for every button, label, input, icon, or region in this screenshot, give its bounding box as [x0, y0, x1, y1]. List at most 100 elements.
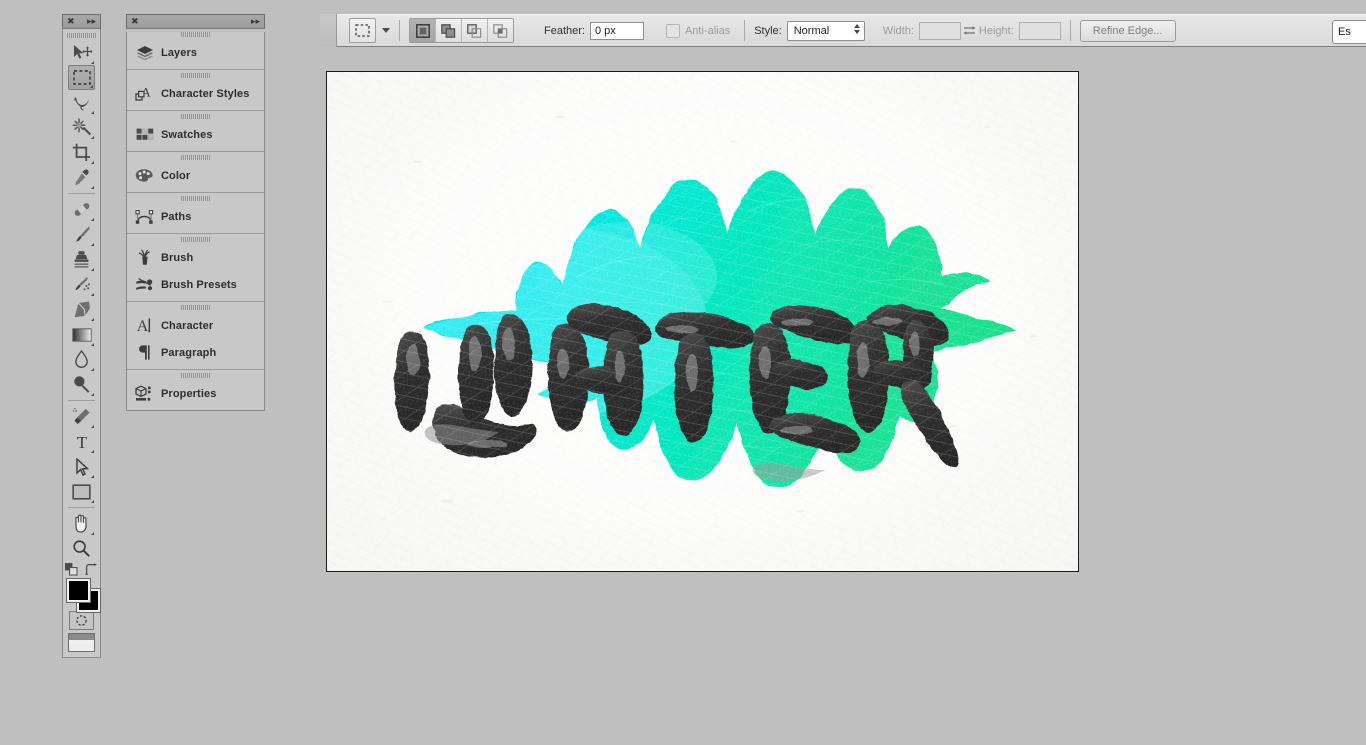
subtract-from-selection-button[interactable] — [462, 19, 488, 42]
svg-text:A: A — [136, 318, 148, 334]
panel-item-properties[interactable]: Properties — [127, 380, 264, 407]
flyout-triangle-icon — [91, 136, 94, 139]
feather-input[interactable] — [590, 22, 644, 40]
panel-item-character[interactable]: A Character — [127, 312, 264, 339]
tool-hand[interactable] — [68, 511, 95, 536]
tool-crop[interactable] — [68, 140, 95, 165]
drag-grip[interactable] — [181, 155, 211, 160]
swap-width-height-icon[interactable] — [961, 22, 979, 40]
close-icon[interactable]: ✖ — [131, 17, 139, 26]
panel-dock-header[interactable]: ✖ ▸▸ — [126, 14, 265, 29]
anti-alias-label: Anti-alias — [685, 25, 730, 37]
divider — [744, 20, 745, 41]
width-label: Width: — [883, 25, 914, 37]
drag-grip[interactable] — [181, 114, 211, 119]
style-stepper-icon[interactable] — [854, 24, 860, 34]
panel-item-swatches[interactable]: Swatches — [127, 121, 264, 148]
panel-item-layers[interactable]: Layers — [127, 39, 264, 66]
water-artwork — [327, 72, 1078, 571]
panel-group: Properties — [127, 373, 264, 410]
tool-healing-brush[interactable] — [68, 197, 95, 222]
flyout-triangle-icon — [91, 61, 94, 64]
tool-brush[interactable] — [68, 222, 95, 247]
flyout-triangle-icon — [91, 218, 94, 221]
drag-grip[interactable] — [181, 196, 211, 201]
flyout-triangle-icon — [91, 343, 94, 346]
expand-panel-icon[interactable]: ▸▸ — [87, 17, 96, 26]
drag-grip[interactable] — [181, 237, 211, 242]
anti-alias-checkbox[interactable] — [666, 24, 680, 38]
flyout-triangle-icon — [91, 425, 94, 428]
flyout-triangle-icon — [91, 393, 94, 396]
flyout-triangle-icon — [90, 85, 93, 88]
quick-mask-button[interactable] — [69, 611, 94, 630]
options-bar-grip[interactable] — [320, 14, 337, 47]
flyout-triangle-icon — [91, 368, 94, 371]
tool-eyedropper[interactable] — [68, 165, 95, 190]
foreground-color-swatch[interactable] — [67, 579, 90, 602]
tool-shape[interactable] — [68, 479, 95, 504]
panel-item-character-styles[interactable]: A Character Styles — [127, 80, 264, 107]
flyout-triangle-icon — [91, 293, 94, 296]
tool-pen[interactable] — [68, 404, 95, 429]
panel-group: A Character Paragraph — [127, 305, 264, 370]
default-colors-icon[interactable] — [65, 563, 78, 576]
drag-grip[interactable] — [181, 305, 211, 310]
tool-marquee[interactable] — [68, 65, 95, 90]
panel-item-brush-presets[interactable]: Brush Presets — [127, 271, 264, 298]
height-label: Height: — [979, 25, 1014, 37]
drag-grip[interactable] — [181, 32, 211, 37]
tool-path-selection[interactable] — [68, 454, 95, 479]
add-to-selection-button[interactable] — [436, 19, 462, 42]
character-styles-icon: A — [135, 84, 154, 103]
panel-item-paths[interactable]: Paths — [127, 203, 264, 230]
tool-preset-button[interactable] — [349, 18, 376, 43]
tool-eraser[interactable] — [68, 297, 95, 322]
panel-item-brush[interactable]: Brush — [127, 244, 264, 271]
paths-icon — [135, 207, 154, 226]
document-canvas[interactable] — [326, 71, 1079, 572]
expand-panel-icon[interactable]: ▸▸ — [251, 17, 260, 26]
tool-zoom[interactable] — [68, 536, 95, 561]
properties-icon — [135, 384, 154, 403]
refine-edge-button[interactable]: Refine Edge... — [1080, 20, 1176, 42]
workspace-switcher[interactable]: Es — [1332, 20, 1366, 44]
tool-preset-dropdown-icon[interactable] — [382, 28, 390, 33]
swap-colors-icon[interactable] — [85, 563, 98, 576]
flyout-triangle-icon — [91, 268, 94, 271]
tool-clone-stamp[interactable] — [68, 247, 95, 272]
tool-history-brush[interactable] — [68, 272, 95, 297]
panel-group: Layers — [127, 32, 264, 70]
panel-item-paragraph[interactable]: Paragraph — [127, 339, 264, 366]
tool-gradient[interactable] — [68, 322, 95, 347]
brush-icon — [135, 248, 154, 267]
height-input[interactable] — [1019, 22, 1061, 40]
panel-dock: ✖ ▸▸ Layers — [126, 14, 265, 411]
new-selection-button[interactable] — [410, 19, 436, 42]
intersect-selection-button[interactable] — [488, 19, 513, 42]
tool-magic-wand[interactable] — [68, 115, 95, 140]
panel-item-color[interactable]: Color — [127, 162, 264, 189]
tool-type[interactable]: T — [68, 429, 95, 454]
tool-dodge[interactable] — [68, 372, 95, 397]
swatches-icon — [135, 125, 154, 144]
drag-grip[interactable] — [181, 373, 211, 378]
style-label: Style: — [754, 25, 782, 37]
width-input[interactable] — [919, 22, 961, 40]
photoshop-window: ✖ ▸▸ — [0, 0, 1366, 745]
panel-item-label: Character — [161, 320, 213, 332]
feather-label: Feather: — [544, 25, 585, 37]
tool-lasso[interactable] — [68, 90, 95, 115]
tools-list: T — [62, 29, 101, 658]
drag-grip[interactable] — [181, 73, 211, 78]
drag-grip[interactable] — [67, 33, 97, 38]
screen-mode-button[interactable] — [68, 633, 95, 652]
close-icon[interactable]: ✖ — [67, 17, 75, 26]
tool-divider — [68, 400, 95, 401]
tools-panel-header[interactable]: ✖ ▸▸ — [62, 14, 101, 29]
character-icon: A — [135, 316, 154, 335]
divider — [1070, 20, 1071, 41]
tool-move[interactable] — [68, 40, 95, 65]
tool-blur[interactable] — [68, 347, 95, 372]
panel-item-label: Character Styles — [161, 88, 249, 100]
